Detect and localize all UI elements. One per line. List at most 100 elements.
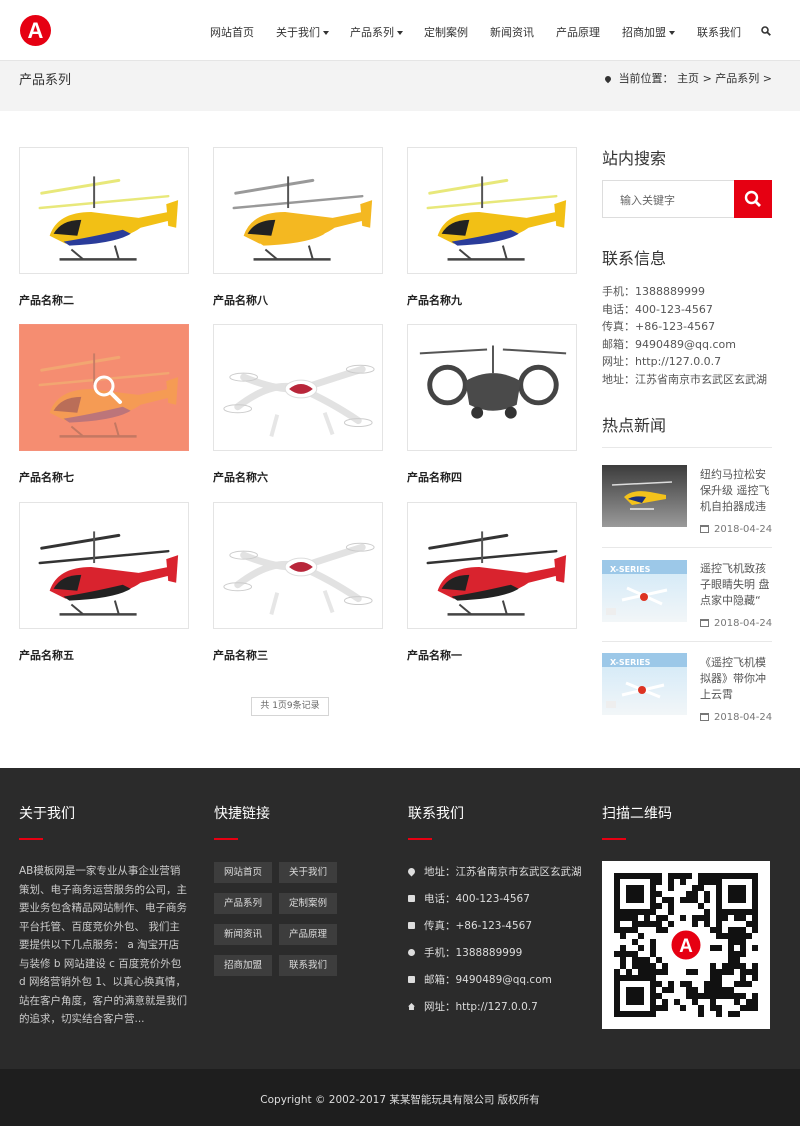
product-card[interactable] (213, 502, 383, 629)
breadcrumb-home[interactable]: 主页 (677, 72, 699, 85)
footer-link[interactable]: 招商加盟 (214, 955, 272, 976)
home-icon (408, 1003, 415, 1010)
hover-overlay (20, 325, 188, 450)
news-date: 2018-04-24 (700, 618, 772, 629)
product-image (223, 364, 375, 437)
news-title[interactable]: 《遥控飞机模拟器》带你冲上云霄 (700, 655, 772, 703)
breadcrumb-current[interactable]: 产品系列 (715, 72, 759, 85)
contact-mobile: 手机：1388889999 (602, 285, 705, 298)
nav-products-label: 产品系列 (350, 26, 394, 39)
news-date-text: 2018-04-24 (714, 618, 773, 629)
nav-principle[interactable]: 产品原理 (556, 24, 600, 40)
product-name[interactable]: 产品名称五 (19, 647, 74, 663)
location-pin-icon (603, 74, 612, 84)
envelope-icon (408, 976, 415, 983)
news-thumbnail[interactable]: X-SERIES (602, 653, 687, 715)
product-card[interactable] (407, 502, 577, 629)
footer-email: 邮箱：9490489@qq.com (408, 972, 552, 987)
footer-link[interactable]: 新闻资讯 (214, 924, 272, 945)
news-thumbnail[interactable] (602, 465, 687, 527)
footer-link[interactable]: 定制案例 (279, 893, 337, 914)
product-card[interactable] (407, 324, 577, 451)
footer-phone-text: 电话：400-123-4567 (424, 893, 530, 905)
nav-products[interactable]: 产品系列 (350, 24, 403, 40)
nav-home[interactable]: 网站首页 (210, 24, 254, 40)
chevron-down-icon (397, 31, 403, 35)
product-name[interactable]: 产品名称八 (213, 292, 268, 308)
product-card[interactable] (19, 324, 189, 451)
footer-qr-title: 扫描二维码 (602, 806, 672, 822)
svg-text:X-SERIES: X-SERIES (610, 658, 651, 667)
nav-contact[interactable]: 联系我们 (697, 24, 741, 40)
product-image (38, 176, 179, 261)
product-name[interactable]: 产品名称四 (407, 469, 462, 485)
nav-news[interactable]: 新闻资讯 (490, 24, 534, 40)
footer-mobile: 手机：1388889999 (408, 945, 522, 960)
search-icon (744, 190, 761, 207)
news-date: 2018-04-24 (700, 712, 772, 723)
footer-contact-title: 联系我们 (408, 806, 464, 822)
footer-link[interactable]: 产品原理 (279, 924, 337, 945)
drone-image: X-SERIES (602, 560, 687, 615)
product-card[interactable] (213, 324, 383, 451)
hot-news-title: 热点新闻 (602, 416, 667, 435)
search-input[interactable]: 输入关键字 (602, 180, 735, 218)
product-name[interactable]: 产品名称三 (213, 647, 268, 663)
product-card[interactable] (19, 147, 189, 274)
footer-link[interactable]: 关于我们 (279, 862, 337, 883)
footer-website-text: 网址：http://127.0.0.7 (424, 1001, 538, 1013)
footer-link[interactable]: 网站首页 (214, 862, 272, 883)
news-date-text: 2018-04-24 (714, 712, 773, 723)
product-image (223, 542, 375, 615)
footer-link[interactable]: 产品系列 (214, 893, 272, 914)
news-thumbnail[interactable]: X-SERIES (602, 560, 687, 622)
breadcrumb-sep: > (762, 72, 772, 85)
news-title[interactable]: 遥控飞机致孩子眼睛失明 盘点家中隐藏“ (700, 561, 772, 609)
calendar-icon (700, 619, 709, 627)
product-card[interactable] (19, 502, 189, 629)
drone-image: X-SERIES (602, 653, 687, 708)
product-name[interactable]: 产品名称七 (19, 469, 74, 485)
svg-text:A: A (679, 936, 693, 957)
page-banner (0, 61, 800, 111)
copyright-text: Copyright © 2002-2017 某某智能玩具有限公司 版权所有 (260, 1094, 540, 1106)
product-name[interactable]: 产品名称六 (213, 469, 268, 485)
product-card[interactable] (213, 147, 383, 274)
site-logo[interactable]: A (20, 15, 51, 46)
footer-about-title: 关于我们 (19, 806, 75, 822)
helicopter-image (611, 481, 673, 510)
product-card[interactable] (407, 147, 577, 274)
nav-about-label: 关于我们 (276, 26, 320, 39)
search-button[interactable] (734, 180, 772, 218)
footer-mobile-text: 手机：1388889999 (424, 947, 523, 959)
footer-links-title: 快捷链接 (214, 806, 270, 822)
footer-fax: 传真：+86-123-4567 (408, 918, 532, 933)
product-image (419, 345, 567, 419)
contact-fax: 传真：+86-123-4567 (602, 320, 716, 333)
location-pin-icon (406, 866, 417, 877)
breadcrumb-sep: > (702, 72, 712, 85)
phone-icon (408, 895, 415, 902)
calendar-icon (700, 525, 709, 533)
accent-line (19, 838, 43, 840)
search-icon[interactable] (761, 26, 771, 36)
product-name[interactable]: 产品名称九 (407, 292, 462, 308)
nav-about[interactable]: 关于我们 (276, 24, 329, 40)
footer-link[interactable]: 联系我们 (279, 955, 337, 976)
contact-website: 网址：http://127.0.0.7 (602, 355, 722, 368)
search-title: 站内搜索 (602, 149, 667, 168)
page-title: 产品系列 (19, 73, 72, 88)
fax-icon (408, 922, 415, 929)
product-name[interactable]: 产品名称一 (407, 647, 462, 663)
contact-address: 地址：江苏省南京市玄武区玄武湖 (602, 373, 767, 386)
breadcrumb: 当前位置： 主页 > 产品系列 > (603, 70, 772, 86)
news-title[interactable]: 纽约马拉松安保升级 遥控飞机自拍器成违 (700, 467, 772, 515)
accent-line (214, 838, 238, 840)
nav-join[interactable]: 招商加盟 (622, 24, 675, 40)
product-name[interactable]: 产品名称二 (19, 292, 74, 308)
calendar-icon (700, 713, 709, 721)
nav-cases[interactable]: 定制案例 (424, 24, 468, 40)
contact-title: 联系信息 (602, 249, 667, 268)
footer-email-text: 邮箱：9490489@qq.com (424, 974, 552, 986)
chevron-down-icon (669, 31, 675, 35)
